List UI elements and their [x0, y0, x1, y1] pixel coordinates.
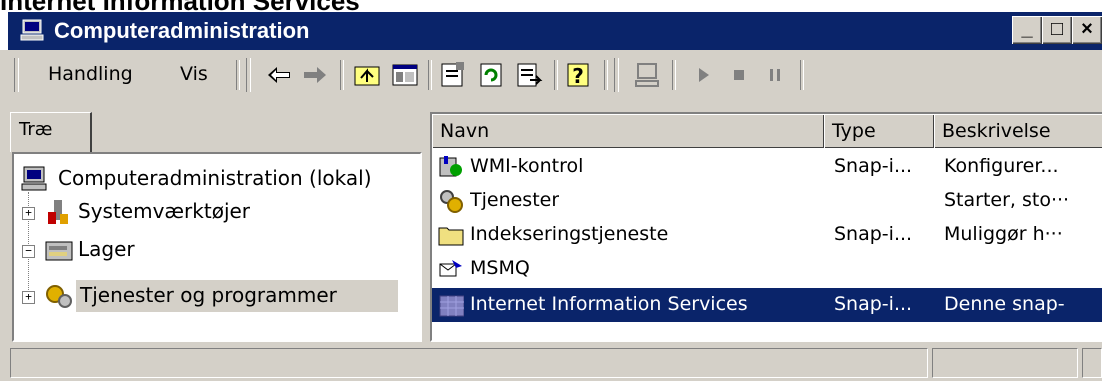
list-item-msmq[interactable]: MSMQ — [432, 252, 1102, 286]
toolbar: Handling Vis ? — [8, 52, 1102, 98]
computer-icon — [20, 19, 44, 41]
status-pane-main — [10, 348, 928, 378]
refresh-icon[interactable] — [476, 60, 506, 90]
iis-icon — [439, 295, 464, 317]
list-item-tjenester[interactable]: Tjenester Starter, sto··· — [432, 184, 1102, 218]
tree-node-tjenester-og-programmer[interactable]: Tjenester og programmer — [80, 283, 337, 307]
cell-description: Konfigurer... — [944, 155, 1059, 177]
stop-icon[interactable] — [724, 60, 754, 90]
toolbar-separator — [604, 60, 608, 90]
list-item-indekseringstjeneste[interactable]: Indekseringstjeneste Snap-i... Muliggør … — [432, 218, 1102, 252]
cell-name: WMI-kontrol — [470, 155, 584, 177]
cell-type: Snap-i... — [834, 293, 913, 315]
column-header-type[interactable]: Type — [824, 114, 934, 148]
forward-arrow-icon[interactable] — [300, 60, 330, 90]
pause-icon[interactable] — [760, 60, 790, 90]
toolbar-separator — [554, 60, 558, 90]
tree-root-label[interactable]: Computeradministration (lokal) — [58, 166, 372, 190]
export-list-icon[interactable] — [514, 60, 544, 90]
services-apps-icon — [46, 285, 72, 308]
folder-icon — [438, 227, 464, 246]
menu-vis[interactable]: Vis — [180, 63, 208, 85]
show-hide-tree-icon[interactable] — [390, 60, 420, 90]
storage-icon — [45, 241, 73, 261]
status-pane-2 — [932, 348, 1078, 378]
cell-name: MSMQ — [470, 257, 530, 279]
outer-title: Internet Information Services — [0, 0, 360, 16]
toolbar-grip[interactable] — [14, 58, 19, 92]
collapse-lager[interactable]: − — [22, 245, 35, 258]
list-item-internet-information-services[interactable]: Internet Information Services Snap-i... … — [432, 288, 1102, 322]
connect-computer-icon[interactable] — [632, 60, 662, 90]
expand-systemvaerktojer[interactable]: + — [22, 207, 35, 220]
cell-name: Tjenester — [470, 189, 560, 211]
toolbar-grip-3[interactable] — [614, 58, 619, 92]
tree-node-systemvaerktojer[interactable]: Systemværktøjer — [78, 199, 250, 223]
status-pane-3 — [1082, 348, 1102, 378]
list-pane[interactable]: Navn Type Beskrivelse WMI-kontrol Snap-i… — [430, 112, 1102, 342]
msmq-icon — [439, 260, 462, 277]
back-arrow-icon[interactable] — [264, 60, 294, 90]
help-icon[interactable]: ? — [564, 60, 594, 90]
close-button[interactable]: × — [1072, 16, 1102, 44]
tools-icon — [48, 200, 68, 224]
minimize-button[interactable]: _ — [1012, 16, 1042, 44]
tree-node-lager[interactable]: Lager — [78, 237, 135, 261]
toolbar-separator — [340, 60, 344, 90]
wmi-icon — [439, 156, 462, 177]
tree-tab-area: Træ — [8, 104, 422, 152]
toolbar-separator — [236, 60, 240, 90]
toolbar-separator — [672, 60, 676, 90]
tree-pane[interactable]: Computeradministration (lokal) + Systemv… — [12, 152, 422, 342]
services-gears-icon — [440, 190, 463, 213]
window-title: Computeradministration — [54, 18, 310, 43]
column-header-beskrivelse[interactable]: Beskrivelse — [934, 114, 1102, 148]
computer-icon — [21, 166, 47, 191]
toolbar-grip-2[interactable] — [246, 58, 251, 92]
play-icon[interactable] — [688, 60, 718, 90]
toolbar-separator — [800, 60, 804, 90]
cell-name: Indekseringstjeneste — [470, 223, 669, 245]
expand-tjenester-og-programmer[interactable]: + — [22, 291, 35, 304]
cell-type: Snap-i... — [834, 223, 913, 245]
menu-handling[interactable]: Handling — [48, 63, 133, 85]
cell-type: Snap-i... — [834, 155, 913, 177]
tab-tree[interactable]: Træ — [10, 112, 92, 152]
properties-icon[interactable] — [438, 60, 468, 90]
svg-text:?: ? — [572, 64, 584, 88]
toolbar-separator — [428, 60, 432, 90]
title-bar[interactable]: Computeradministration _ □ × — [8, 12, 1102, 50]
cell-description: Denne snap- — [944, 293, 1065, 315]
maximize-button[interactable]: □ — [1042, 16, 1072, 44]
up-folder-icon[interactable] — [352, 60, 382, 90]
cell-description: Muliggør h··· — [944, 223, 1063, 245]
status-bar — [8, 346, 1102, 381]
list-item-wmi-kontrol[interactable]: WMI-kontrol Snap-i... Konfigurer... — [432, 150, 1102, 184]
cell-description: Starter, sto··· — [944, 189, 1070, 211]
column-header-navn[interactable]: Navn — [432, 114, 824, 148]
cell-name: Internet Information Services — [470, 293, 748, 315]
